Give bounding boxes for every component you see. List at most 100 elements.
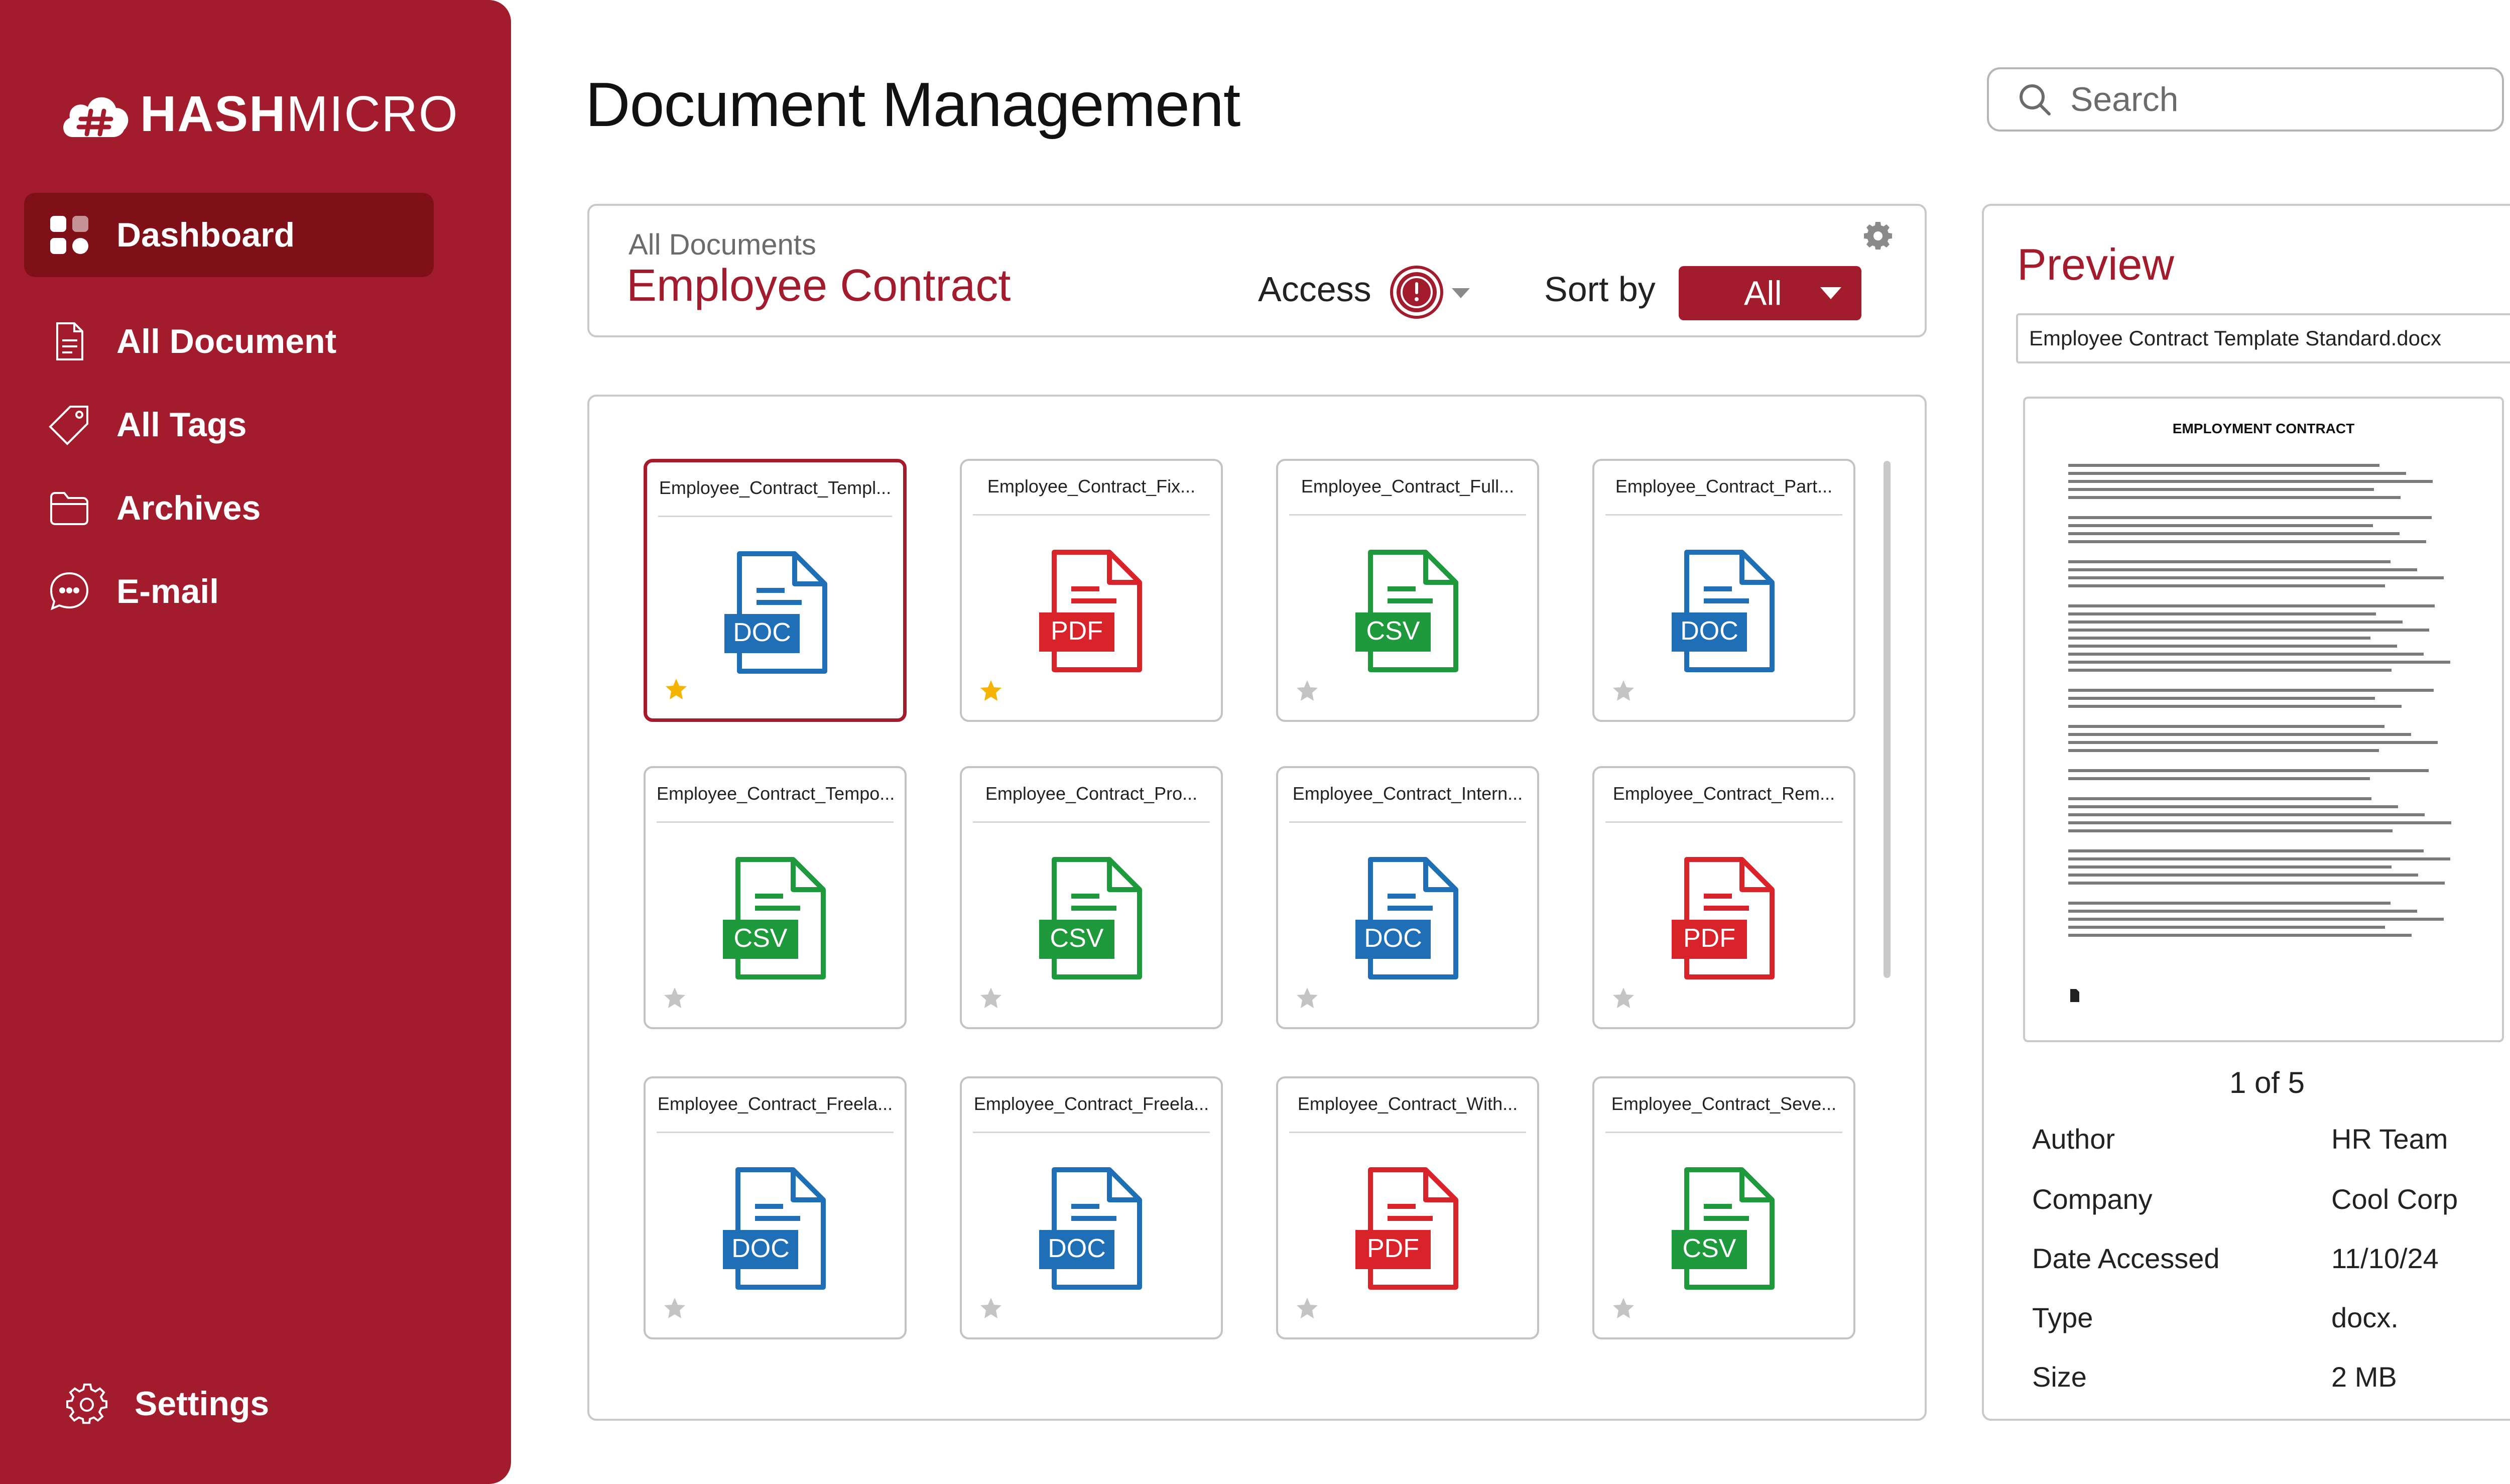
file-card[interactable]: Employee_Contract_Part... DOC (1592, 459, 1855, 722)
breadcrumb[interactable]: All Documents (629, 228, 816, 262)
chevron-down-icon[interactable] (1450, 286, 1472, 300)
settings-label: Settings (135, 1385, 270, 1423)
filter-bar: All Documents Employee Contract Access S… (587, 204, 1927, 337)
document-heading: EMPLOYMENT CONTRACT (2172, 421, 2355, 436)
document-icon (44, 316, 94, 366)
file-card[interactable]: Employee_Contract_Seve... CSV (1592, 1076, 1855, 1339)
svg-text:DOC: DOC (731, 1234, 790, 1263)
file-name: Employee_Contract_Tempo... (657, 783, 894, 804)
csv-file-icon: CSV (1672, 1167, 1775, 1290)
sidebar-item-all-tags[interactable]: All Tags (24, 383, 434, 467)
file-name: Employee_Contract_Fix... (987, 476, 1196, 497)
file-name: Employee_Contract_Part... (1615, 476, 1833, 497)
document-preview-page[interactable]: EMPLOYMENT CONTRACT (2023, 397, 2504, 1042)
star-icon[interactable] (1295, 679, 1319, 703)
divider (973, 514, 1210, 516)
divider (1289, 1132, 1526, 1133)
star-icon[interactable] (1611, 679, 1636, 703)
svg-text:CSV: CSV (1366, 616, 1420, 646)
file-name: Employee_Contract_Templ... (659, 477, 892, 498)
pdf-file-icon: PDF (1039, 550, 1142, 672)
csv-file-icon: CSV (723, 857, 826, 979)
document-icon (2070, 989, 2079, 1002)
sort-dropdown[interactable]: All (1679, 266, 1861, 320)
file-card[interactable]: Employee_Contract_With... PDF (1276, 1076, 1539, 1339)
sidebar-item-dashboard[interactable]: Dashboard (24, 193, 434, 277)
csv-file-icon: CSV (1355, 550, 1458, 672)
file-name: Employee_Contract_With... (1297, 1093, 1518, 1114)
star-icon[interactable] (1611, 1296, 1636, 1320)
file-card[interactable]: Employee_Contract_Full... CSV (1276, 459, 1539, 722)
brand-name: HASHMICRO (140, 86, 459, 142)
sort-value: All (1744, 274, 1782, 312)
search-input[interactable] (2070, 80, 2462, 119)
divider (973, 1132, 1210, 1133)
file-card[interactable]: Employee_Contract_Tempo... CSV (644, 766, 907, 1029)
doc-file-icon: DOC (1672, 550, 1775, 672)
pdf-file-icon: PDF (1672, 857, 1775, 979)
grid-icon (44, 210, 94, 260)
divider (657, 1132, 894, 1133)
file-card[interactable]: Employee_Contract_Pro... CSV (960, 766, 1223, 1029)
divider (1605, 821, 1842, 823)
page-title: Document Management (585, 70, 1240, 140)
file-name: Employee_Contract_Freela... (973, 1093, 1209, 1114)
file-name: Employee_Contract_Intern... (1292, 783, 1523, 804)
star-icon[interactable] (1295, 986, 1319, 1010)
svg-text:CSV: CSV (1683, 1234, 1736, 1263)
star-icon[interactable] (979, 679, 1003, 703)
star-icon[interactable] (1295, 1296, 1319, 1320)
svg-text:DOC: DOC (733, 618, 791, 647)
file-card[interactable]: Employee_Contract_Fix... PDF (960, 459, 1223, 722)
file-card[interactable]: Employee_Contract_Intern... DOC (1276, 766, 1539, 1029)
csv-file-icon: CSV (1039, 857, 1142, 979)
alert-icon[interactable] (1389, 264, 1445, 320)
star-icon[interactable] (663, 1296, 687, 1320)
svg-text:CSV: CSV (1050, 924, 1104, 953)
svg-text:CSV: CSV (734, 924, 788, 953)
divider (973, 821, 1210, 823)
file-card[interactable]: Employee_Contract_Templ... DOC (644, 459, 907, 722)
folder-title: Employee Contract (626, 261, 1011, 311)
page-indicator: 1 of 5 (2229, 1066, 2305, 1099)
star-icon[interactable] (663, 986, 687, 1010)
doc-file-icon: DOC (1039, 1167, 1142, 1290)
file-card[interactable]: Employee_Contract_Freela... DOC (644, 1076, 907, 1339)
sidebar-item-label: All Document (116, 322, 337, 360)
file-card[interactable]: Employee_Contract_Rem... PDF (1592, 766, 1855, 1029)
star-icon[interactable] (979, 1296, 1003, 1320)
tag-icon (44, 400, 94, 450)
svg-text:DOC: DOC (1680, 616, 1738, 646)
file-name: Employee_Contract_Rem... (1612, 783, 1835, 804)
preview-title: Preview (2017, 239, 2174, 289)
sidebar-item-settings[interactable]: Settings (38, 1362, 430, 1446)
gear-icon (62, 1379, 112, 1429)
sidebar: HASHMICRO Dashboard All Document All Tag… (0, 0, 511, 1484)
folder-icon (44, 483, 94, 533)
star-icon[interactable] (979, 986, 1003, 1010)
svg-text:DOC: DOC (1364, 924, 1422, 953)
doc-file-icon: DOC (1355, 857, 1458, 979)
sidebar-item-label: All Tags (116, 406, 247, 444)
document-text-lines (2068, 464, 2451, 937)
sidebar-item-all-document[interactable]: All Document (24, 299, 434, 384)
divider (1605, 514, 1842, 516)
meta-row-type: Type docx. (2032, 1302, 2399, 1333)
chat-icon (44, 566, 94, 616)
sort-by-label: Sort by (1544, 270, 1656, 309)
hashmicro-logo[interactable]: HASHMICRO (58, 85, 459, 143)
doc-file-icon: DOC (723, 1167, 826, 1290)
file-card[interactable]: Employee_Contract_Freela... DOC (960, 1076, 1223, 1339)
gear-icon[interactable] (1863, 221, 1893, 250)
star-icon[interactable] (664, 677, 688, 701)
divider (1605, 1132, 1842, 1133)
search-box[interactable] (1987, 67, 2504, 132)
sidebar-item-archives[interactable]: Archives (24, 466, 434, 550)
sidebar-item-email[interactable]: E-mail (24, 549, 434, 634)
svg-text:PDF: PDF (1683, 924, 1735, 953)
scrollbar[interactable] (1884, 461, 1891, 978)
divider (658, 516, 892, 517)
sidebar-item-label: E-mail (116, 572, 219, 610)
star-icon[interactable] (1611, 986, 1636, 1010)
svg-text:PDF: PDF (1051, 616, 1103, 646)
